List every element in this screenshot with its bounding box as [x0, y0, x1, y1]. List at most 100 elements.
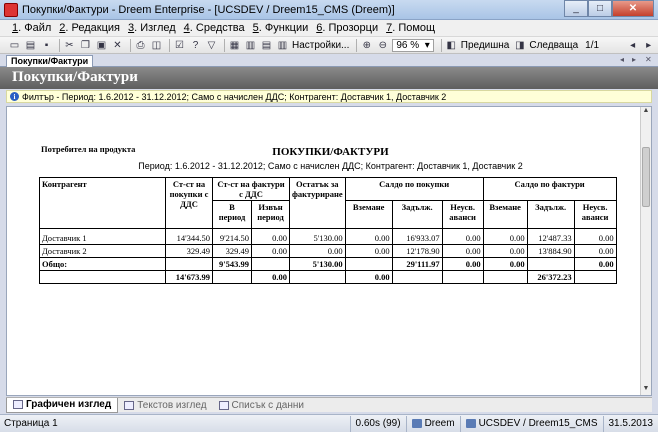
total-i-advances: 0.00 — [573, 257, 617, 271]
grid-icon[interactable]: ▦ — [228, 39, 241, 51]
next-page-button[interactable]: Следваща — [529, 40, 578, 51]
cell-rest: 5'130.00 — [289, 228, 346, 245]
totals-row-2: 14'673.99 0.00 0.00 26'372.23 — [39, 270, 617, 284]
cell-i-debt: 12'487.33 — [526, 228, 575, 245]
filter-text: Филтър - Период: 1.6.2012 - 31.12.2012; … — [22, 91, 447, 102]
open-icon[interactable]: ▤ — [24, 39, 37, 51]
status-user: Dreem — [405, 415, 460, 432]
next-page-icon[interactable]: ◨ — [513, 39, 526, 51]
app-icon — [4, 2, 18, 17]
total-purchase: 14'673.99 — [165, 270, 213, 284]
previous-page-icon[interactable]: ◧ — [445, 39, 458, 51]
status-date: 31.5.2013 — [602, 415, 658, 432]
total-i-credit: 0.00 — [482, 257, 528, 271]
graphic-view-icon — [13, 400, 23, 409]
menu-view[interactable]: 3. Изглед — [128, 22, 176, 34]
report-viewport[interactable]: Потребител на продукта ПОКУПКИ/ФАКТУРИ П… — [6, 106, 652, 396]
cell-p-advances: 0.00 — [441, 228, 484, 245]
columns-icon[interactable]: ▥ — [244, 39, 257, 51]
report-page: Потребител на продукта ПОКУПКИ/ФАКТУРИ П… — [7, 119, 639, 395]
previous-page-button[interactable]: Предишна — [461, 40, 510, 51]
cell-i-advances: 0.00 — [573, 228, 617, 245]
zoom-value: 96 % — [396, 39, 420, 51]
cell-in-period: 9'214.50 — [212, 228, 252, 245]
tab-data-list[interactable]: Списък с данни — [213, 398, 310, 413]
menu-tools[interactable]: 4. Средства — [184, 22, 245, 34]
status-bar: Страница 1 0.60s (99) Dreem UCSDEV / Dre… — [0, 414, 658, 432]
cell-out-period: 0.00 — [251, 244, 290, 258]
toolbar: ▭ ▤ ▪ ✂ ❐ ▣ ✕ ⎙ ◫ ☑ ? ▽ ▦ ▥ ▤ ▥ Настройк… — [0, 37, 658, 54]
filter-icon[interactable]: ▽ — [205, 39, 218, 51]
copy-icon[interactable]: ❐ — [79, 39, 92, 51]
new-icon[interactable]: ▭ — [8, 39, 21, 51]
settings-button[interactable]: Настройки... — [292, 40, 349, 51]
info-icon: i — [10, 92, 19, 101]
help-icon[interactable]: ? — [189, 39, 202, 51]
toolbar-separator — [59, 38, 60, 52]
col-counterparty: Контрагент — [39, 177, 166, 229]
zoom-select[interactable]: 96 % ▾ — [392, 38, 434, 52]
col-p-advances: Неусв. аванси — [441, 200, 484, 229]
tab-close-icon[interactable]: ✕ — [645, 55, 652, 64]
text-view-icon — [124, 400, 135, 410]
cell-i-advances: 0.00 — [573, 244, 617, 258]
zoom-out-icon[interactable]: ⊖ — [376, 39, 389, 51]
cell-p-credit: 0.00 — [344, 228, 393, 245]
report-table: Контрагент Ст-ст на покупки с ДДС Ст-ст … — [39, 177, 617, 284]
scroll-up-icon[interactable]: ▲ — [641, 107, 651, 117]
save-icon[interactable]: ▪ — [40, 39, 53, 51]
minimize-button[interactable]: _ — [564, 0, 588, 17]
totals-label: Общо: — [39, 257, 166, 271]
cell-purchase: 14'344.50 — [165, 228, 213, 245]
window-title: Покупки/Фактури - Dreem Enterprise - [UC… — [22, 3, 395, 16]
total-p-credit: 0.00 — [344, 270, 393, 284]
col-i-debt: Задълж. — [526, 200, 575, 229]
view-tabs: Графичен изглед Текстов изглед Списък с … — [6, 397, 652, 413]
paste-icon[interactable]: ▣ — [95, 39, 108, 51]
maximize-button[interactable]: □ — [588, 0, 612, 17]
delete-icon[interactable]: ✕ — [111, 39, 124, 51]
status-time: 0.60s (99) — [349, 415, 406, 432]
toolbar-separator — [224, 38, 225, 52]
toolbar-separator — [356, 38, 358, 52]
toolbar-separator — [169, 38, 170, 52]
preview-icon[interactable]: ◫ — [150, 39, 163, 51]
totals-row: Общо: 9'543.99 5'130.00 29'111.97 0.00 0… — [39, 257, 617, 271]
close-button[interactable]: ✕ — [612, 0, 654, 17]
back-arrow-icon[interactable]: ◂ — [626, 39, 639, 51]
col-p-debt: Задълж. — [391, 200, 443, 229]
total-invoice: 9'543.99 — [212, 257, 252, 271]
vertical-scrollbar[interactable]: ▲ ▼ — [640, 107, 651, 395]
cell-p-advances: 0.00 — [441, 244, 484, 258]
total-i-debt: 26'372.23 — [526, 270, 575, 284]
cell-i-debt: 13'884.90 — [526, 244, 575, 258]
zoom-in-icon[interactable]: ⊕ — [360, 39, 373, 51]
menu-edit[interactable]: 2. Редакция — [59, 22, 120, 34]
col-invoice-rest: Остатък за фактуриране — [289, 177, 346, 229]
print-icon[interactable]: ⎙ — [134, 39, 147, 51]
menu-file[interactable]: 1. Файл — [12, 22, 51, 34]
tab-purchases-invoices[interactable]: Покупки/Фактури — [6, 55, 94, 67]
cell-p-debt: 12'178.90 — [391, 244, 443, 258]
database-icon — [465, 419, 476, 428]
cell-out-period: 0.00 — [251, 228, 290, 245]
scroll-down-icon[interactable]: ▼ — [641, 385, 651, 395]
check-icon[interactable]: ☑ — [173, 39, 186, 51]
cut-icon[interactable]: ✂ — [63, 39, 76, 51]
tab-text-view[interactable]: Текстов изглед — [118, 398, 212, 413]
scroll-thumb[interactable] — [642, 147, 650, 207]
menu-functions[interactable]: 5. Функции — [253, 22, 309, 34]
report-title: ПОКУПКИ/ФАКТУРИ — [272, 146, 389, 158]
cell-purchase: 329.49 — [165, 244, 213, 258]
tab-graphic-view[interactable]: Графичен изглед — [6, 397, 119, 413]
col-balance-purchases: Салдо по покупки — [344, 177, 484, 201]
rows-icon[interactable]: ▤ — [260, 39, 273, 51]
settings-icon[interactable]: ▥ — [276, 39, 289, 51]
forward-arrow-icon[interactable]: ▸ — [642, 39, 655, 51]
menu-help[interactable]: 7. Помощ — [386, 22, 435, 34]
menu-windows[interactable]: 6. Прозорци — [316, 22, 378, 34]
tab-scroll-right-icon[interactable]: ▸ — [632, 55, 636, 64]
page-indicator: 1/1 — [585, 39, 600, 51]
title-bar: Покупки/Фактури - Dreem Enterprise - [UC… — [0, 0, 658, 20]
tab-scroll-left-icon[interactable]: ◂ — [620, 55, 624, 64]
